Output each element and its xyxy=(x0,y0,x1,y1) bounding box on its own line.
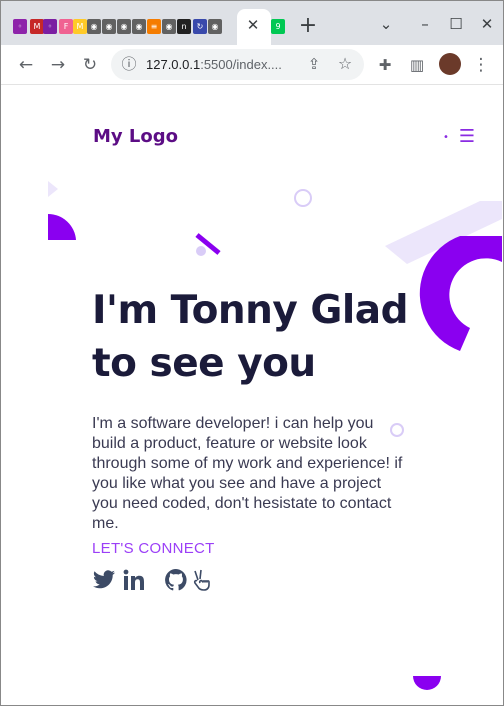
tab-icon-10-glyph: ≡ xyxy=(150,22,158,31)
hamburger-icon: ☰ xyxy=(458,126,476,147)
forward-button[interactable]: → xyxy=(46,53,70,77)
url-host: 127.0.0.1 xyxy=(146,57,201,72)
tab-search-icon[interactable]: ⌄ xyxy=(376,14,396,34)
tab-icon-4[interactable]: F xyxy=(59,19,73,34)
extensions-icon[interactable]: ✚ xyxy=(373,53,397,77)
half-circle-decoration-bottom xyxy=(413,676,441,690)
tab-icon-2-glyph: M xyxy=(33,22,41,31)
tab-icon-11-glyph: ◉ xyxy=(165,22,173,31)
profile-avatar[interactable] xyxy=(439,53,461,75)
tab-icon-9[interactable]: ◉ xyxy=(132,19,146,34)
intro-paragraph: I'm a software developer! i can help you… xyxy=(92,415,403,532)
tab-icon-7[interactable]: ◉ xyxy=(102,19,116,34)
hero-title-line2: to see you xyxy=(92,341,316,386)
tab-icon-7-glyph: ◉ xyxy=(105,22,113,31)
tab-icon-6[interactable]: ◉ xyxy=(87,19,101,34)
tab-icon-3-glyph: ◦ xyxy=(47,22,53,31)
lets-connect-link[interactable]: LET'S CONNECT xyxy=(92,540,215,557)
tab-icon-6-glyph: ◉ xyxy=(90,22,98,31)
tab-icon-12-glyph: n xyxy=(181,22,187,31)
tab-icon-14-glyph: ◉ xyxy=(211,22,219,31)
bar-decoration xyxy=(195,233,221,256)
close-window-button[interactable]: ✕ xyxy=(477,14,497,34)
triangle-decoration xyxy=(48,181,58,197)
linkedin-icon[interactable] xyxy=(122,568,146,592)
tab-close-icon[interactable]: ✕ xyxy=(245,17,261,33)
ring-decoration-top xyxy=(294,189,312,207)
back-button[interactable]: ← xyxy=(14,53,38,77)
tab-icon-extra[interactable]: 9 xyxy=(271,19,285,34)
site-info-icon[interactable]: ⓘ xyxy=(117,52,141,76)
tab-icon-13[interactable]: ↻ xyxy=(193,19,207,34)
tab-icon-12[interactable]: n xyxy=(177,19,191,34)
github-icon[interactable] xyxy=(164,568,188,592)
bookmark-star-icon[interactable]: ☆ xyxy=(333,52,357,76)
tab-icon-8[interactable]: ◉ xyxy=(117,19,131,34)
tab-icon-13-glyph: ↻ xyxy=(196,22,204,31)
tab-icon-4-glyph: F xyxy=(63,22,69,31)
tab-strip: ◦ M ◦ F M ◉ ◉ ◉ ◉ ≡ ◉ n ↻ ◉ ✕ 9 + ⌄ – ☐ ✕ xyxy=(1,1,503,45)
active-tab[interactable]: ✕ xyxy=(237,9,271,45)
reload-button[interactable]: ↻ xyxy=(78,53,102,77)
more-menu-icon[interactable]: ⋮ xyxy=(469,53,493,77)
tab-icon-9-glyph: ◉ xyxy=(135,22,143,31)
peace-hand-icon[interactable] xyxy=(190,568,214,592)
side-panel-icon[interactable]: ▥ xyxy=(405,53,429,77)
site-logo[interactable]: My Logo xyxy=(93,126,178,147)
tab-icon-1[interactable]: ◦ xyxy=(13,19,27,34)
url-text[interactable]: 127.0.0.1:5500/index.... xyxy=(146,57,282,72)
tab-icon-8-glyph: ◉ xyxy=(120,22,128,31)
tab-icon-14[interactable]: ◉ xyxy=(208,19,222,34)
browser-window: ◦ M ◦ F M ◉ ◉ ◉ ◉ ≡ ◉ n ↻ ◉ ✕ 9 + ⌄ – ☐ ✕ ← → ↻ ⓘ 127… xyxy=(0,0,504,706)
hero-title-line1: I'm Tonny Glad xyxy=(92,288,409,333)
arc-decoration xyxy=(419,236,502,351)
twitter-icon[interactable] xyxy=(92,568,116,592)
share-icon[interactable]: ⇪ xyxy=(302,52,326,76)
tab-icon-5[interactable]: M xyxy=(73,19,87,34)
tab-icon-11[interactable]: ◉ xyxy=(162,19,176,34)
menu-dot-icon: • xyxy=(443,131,449,143)
tab-icon-10[interactable]: ≡ xyxy=(147,19,161,34)
half-circle-decoration xyxy=(48,214,76,240)
browser-toolbar: ← → ↻ ⓘ 127.0.0.1:5500/index.... ⇪ ☆ ✚ ▥… xyxy=(1,45,503,85)
hero-title: I'm Tonny Glad to see you xyxy=(92,284,422,390)
minimize-button[interactable]: – xyxy=(415,14,435,34)
tab-icon-5-glyph: M xyxy=(76,22,84,31)
new-tab-button[interactable]: + xyxy=(298,15,318,37)
maximize-button[interactable]: ☐ xyxy=(446,14,466,34)
menu-button[interactable]: • ☰ xyxy=(443,126,475,147)
address-bar[interactable]: ⓘ 127.0.0.1:5500/index.... ⇪ ☆ xyxy=(111,49,364,80)
tab-icon-1-glyph: ◦ xyxy=(17,22,23,31)
url-path: :5500/index.... xyxy=(200,57,282,72)
tab-icon-2[interactable]: M xyxy=(30,19,44,34)
tab-icon-3[interactable]: ◦ xyxy=(43,19,57,34)
web-page: My Logo • ☰ I'm Tonny Glad to see you I'm… xyxy=(5,86,502,705)
